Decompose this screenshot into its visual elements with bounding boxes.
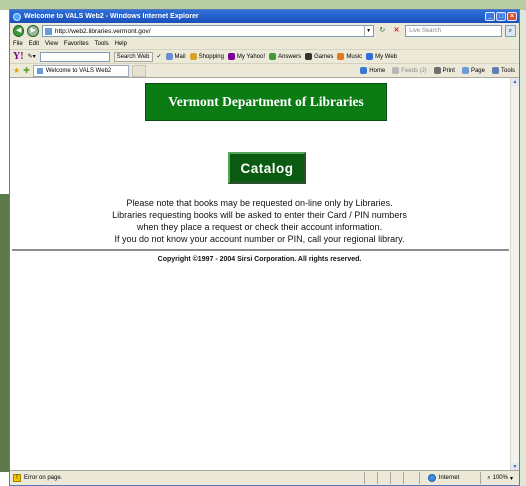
ie-logo-icon (13, 12, 21, 21)
search-web-button[interactable]: Search Web (113, 51, 153, 62)
back-button[interactable]: ◀ (13, 25, 25, 37)
window-title: Welcome to VALS Web2 - Windows Internet … (24, 13, 199, 20)
divider (12, 249, 509, 251)
url-field[interactable]: http://web2.libraries.vermont.gov/ ▼ (41, 25, 374, 37)
vertical-scrollbar[interactable]: ▲ ▼ (510, 78, 519, 471)
pencil-icon[interactable]: ✎▾ (28, 53, 36, 60)
zoom-control[interactable]: ⌕ 100% ▾ (480, 472, 519, 484)
print-icon (433, 67, 441, 74)
chevron-down-icon[interactable]: ▼ (363, 26, 373, 36)
notice-line: Please note that books may be requested … (126, 198, 393, 208)
search-icon[interactable]: ⌕ (504, 25, 516, 37)
tools-icon (491, 67, 499, 74)
status-panes (363, 472, 416, 484)
yahoo-item-answers[interactable]: Answers (269, 53, 301, 60)
home-icon (360, 67, 368, 74)
menu-view[interactable]: View (45, 41, 58, 47)
yahoo-item-my-web[interactable]: My Web (366, 53, 397, 60)
print-button[interactable]: Print (433, 67, 459, 74)
refresh-button[interactable]: ↻ (377, 25, 388, 37)
scroll-up-icon[interactable]: ▲ (511, 78, 519, 86)
forward-button[interactable]: ▶ (27, 25, 39, 37)
tab-label: Welcome to VALS Web2 (45, 67, 112, 74)
my-yahoo-icon (227, 53, 235, 60)
zoom-level: 100% (492, 475, 508, 481)
minimize-button[interactable]: _ (485, 12, 495, 21)
status-pane (376, 472, 390, 484)
security-zone[interactable]: Internet (418, 472, 477, 484)
window-controls: _ □ × (485, 12, 519, 21)
menu-favorites[interactable]: Favorites (64, 41, 89, 47)
games-icon (305, 53, 313, 60)
mail-icon (165, 53, 173, 60)
page-content: Vermont Department of Libraries Catalog … (10, 77, 519, 471)
tab-welcome-vals-web2[interactable]: Welcome to VALS Web2 (32, 64, 129, 77)
yahoo-toolbar: Y! ✎▾ Search Web ✓ Mail Shopping My Yaho… (10, 49, 519, 63)
status-pane (389, 472, 403, 484)
yahoo-item-my-yahoo[interactable]: My Yahoo! (227, 53, 265, 60)
menu-file[interactable]: File (13, 41, 23, 47)
close-button[interactable]: × (507, 12, 517, 21)
page-title: Vermont Department of Libraries (145, 83, 387, 121)
title-bar[interactable]: Welcome to VALS Web2 - Windows Internet … (10, 10, 519, 23)
notice-line: If you do not know your account number o… (114, 234, 405, 244)
notice-text: Please note that books may be requested … (10, 197, 509, 245)
page-menu-button[interactable]: Page (461, 67, 489, 74)
notice-line: Libraries requesting books will be asked… (112, 210, 407, 220)
highlight-icon[interactable]: ✓ (157, 53, 162, 60)
music-icon (337, 53, 345, 60)
browser-window: Welcome to VALS Web2 - Windows Internet … (9, 9, 520, 486)
menu-tools[interactable]: Tools (95, 41, 109, 47)
yahoo-search-input[interactable] (39, 51, 110, 62)
tools-menu-button[interactable]: Tools (491, 67, 519, 74)
page-favicon-icon (36, 67, 43, 74)
yahoo-item-shopping[interactable]: Shopping (189, 53, 224, 60)
magnifier-icon: ⌕ (487, 474, 491, 481)
yahoo-item-mail[interactable]: Mail (165, 53, 186, 60)
my-web-icon (366, 53, 374, 60)
menu-edit[interactable]: Edit (29, 41, 39, 47)
menu-help[interactable]: Help (115, 41, 127, 47)
tab-bar: ★ ✚ Welcome to VALS Web2 Home Feeds (J) … (10, 63, 519, 77)
feeds-icon (392, 67, 400, 74)
copyright-text: Copyright ©1997 - 2004 Sirsi Corporation… (157, 256, 362, 263)
status-pane (363, 472, 377, 484)
globe-icon (427, 474, 436, 482)
slide-right-edge (520, 10, 526, 486)
favorites-star-icon[interactable]: ★ (13, 66, 20, 75)
address-bar: ◀ ▶ http://web2.libraries.vermont.gov/ ▼… (10, 23, 519, 39)
shopping-icon (189, 53, 197, 60)
url-text: http://web2.libraries.vermont.gov/ (54, 27, 151, 35)
live-search-input[interactable]: Live Search (405, 25, 502, 37)
chevron-down-icon: ▾ (509, 475, 513, 482)
menu-bar: File Edit View Favorites Tools Help (10, 39, 519, 49)
maximize-button[interactable]: □ (496, 12, 506, 21)
new-tab-button[interactable] (131, 64, 146, 77)
home-button[interactable]: Home (360, 67, 389, 74)
page-favicon-icon (44, 27, 52, 35)
yahoo-logo-icon[interactable]: Y! (13, 51, 24, 62)
zone-label: Internet (438, 475, 460, 481)
yahoo-item-music[interactable]: Music (337, 53, 362, 60)
add-favorites-icon[interactable]: ✚ (23, 66, 30, 75)
yahoo-item-games[interactable]: Games (305, 53, 333, 60)
stop-button[interactable]: ✕ (391, 25, 402, 37)
status-text[interactable]: Error on page. (24, 475, 361, 481)
page-icon (461, 67, 469, 74)
answers-icon (269, 53, 277, 60)
notice-line: when they place a request or check their… (136, 222, 383, 232)
status-bar: ! Error on page. Internet ⌕ 100% ▾ (10, 470, 519, 485)
feeds-button[interactable]: Feeds (J) (392, 67, 430, 74)
catalog-button[interactable]: Catalog (228, 152, 306, 184)
status-pane (402, 472, 416, 484)
warning-icon[interactable]: ! (13, 474, 21, 482)
